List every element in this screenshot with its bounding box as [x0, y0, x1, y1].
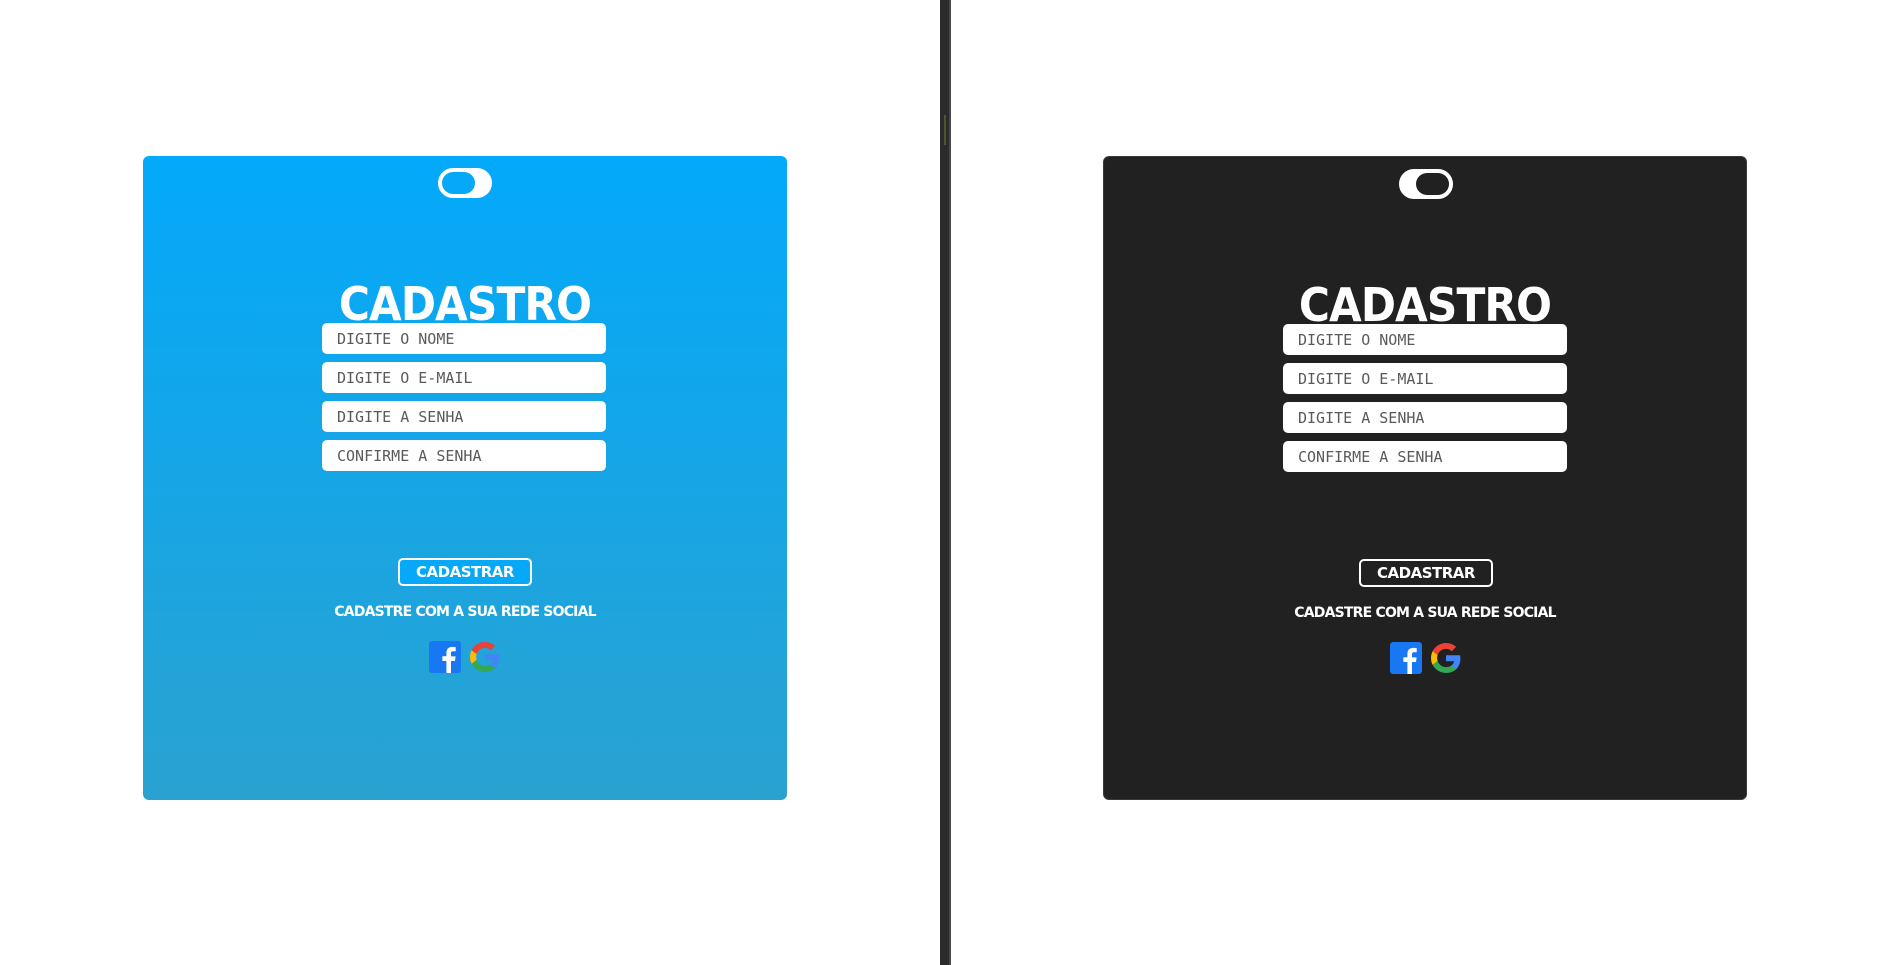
confirm-password-field[interactable]: [1283, 441, 1567, 472]
google-icon[interactable]: [469, 641, 501, 673]
google-icon[interactable]: [1430, 642, 1462, 674]
name-field[interactable]: [1283, 324, 1567, 355]
password-field[interactable]: [322, 401, 606, 432]
submit-button[interactable]: CADASTRAR: [1359, 559, 1493, 587]
submit-button[interactable]: CADASTRAR: [398, 558, 532, 586]
dark-preview-pane: CADASTRO CADASTRAR CADASTRE COM A SUA RE…: [951, 0, 1887, 965]
light-preview-pane: CADASTRO CADASTRAR CADASTRE COM A SUA RE…: [0, 0, 940, 965]
social-icons: [429, 641, 504, 675]
page-title: CADASTRO: [338, 277, 592, 331]
toggle-knob: [1416, 173, 1449, 195]
signup-card-light: CADASTRO CADASTRAR CADASTRE COM A SUA RE…: [143, 156, 787, 800]
password-field[interactable]: [1283, 402, 1567, 433]
email-field[interactable]: [1283, 363, 1567, 394]
page-title: CADASTRO: [1298, 278, 1552, 332]
name-field[interactable]: [322, 323, 606, 354]
facebook-icon[interactable]: [429, 641, 461, 673]
confirm-password-field[interactable]: [322, 440, 606, 471]
social-signup-text: CADASTRE COM A SUA REDE SOCIAL: [1294, 605, 1556, 621]
divider-grip: [944, 115, 946, 145]
toggle-knob: [442, 172, 475, 194]
facebook-icon[interactable]: [1390, 642, 1422, 674]
social-icons: [1390, 642, 1465, 676]
split-divider[interactable]: [940, 0, 951, 965]
signup-card-dark: CADASTRO CADASTRAR CADASTRE COM A SUA RE…: [1103, 156, 1747, 800]
theme-toggle[interactable]: [1399, 169, 1453, 199]
social-signup-text: CADASTRE COM A SUA REDE SOCIAL: [334, 604, 596, 620]
email-field[interactable]: [322, 362, 606, 393]
theme-toggle[interactable]: [438, 168, 492, 198]
